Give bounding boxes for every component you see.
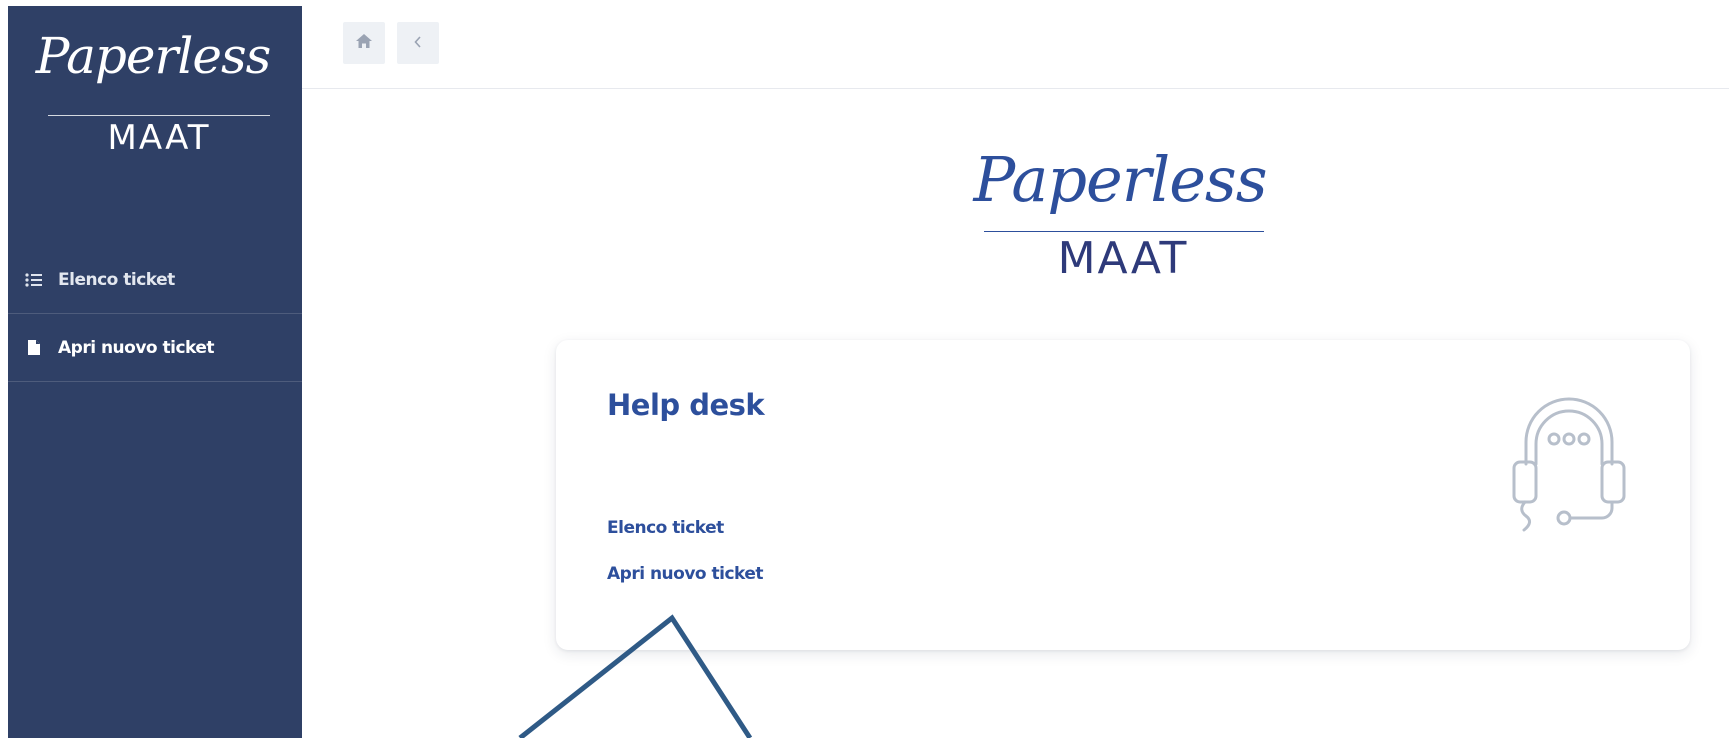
app-root: Paperless MAAT Elenco ticket Apri nuovo … xyxy=(0,0,1729,738)
list-icon xyxy=(24,270,44,290)
main-logo: Paperless MAAT xyxy=(960,140,1280,290)
sidebar: Paperless MAAT Elenco ticket Apri nuovo … xyxy=(8,6,302,738)
sidebar-item-apri-nuovo-ticket[interactable]: Apri nuovo ticket xyxy=(8,314,302,382)
sidebar-logo[interactable]: Paperless MAAT xyxy=(28,26,278,158)
headset-support-icon xyxy=(1504,384,1634,534)
top-bar xyxy=(302,0,1729,89)
chevron-left-icon xyxy=(413,34,423,53)
logo-brand-text: MAAT xyxy=(1057,233,1189,284)
logo-script-text: Paperless xyxy=(35,27,272,85)
apri-nuovo-ticket-link[interactable]: Apri nuovo ticket xyxy=(607,564,764,584)
home-button[interactable] xyxy=(343,22,385,64)
file-icon xyxy=(24,338,44,358)
elenco-ticket-link[interactable]: Elenco ticket xyxy=(607,518,724,538)
logo-script-text: Paperless xyxy=(973,143,1267,216)
logo-divider xyxy=(48,115,270,116)
help-desk-card: Help desk Elenco ticket Apri nuovo ticke… xyxy=(556,340,1690,650)
home-icon xyxy=(355,33,373,53)
sidebar-nav: Elenco ticket Apri nuovo ticket xyxy=(8,246,302,382)
sidebar-item-elenco-ticket[interactable]: Elenco ticket xyxy=(8,246,302,314)
back-button[interactable] xyxy=(397,22,439,64)
logo-brand-text: MAAT xyxy=(107,118,211,158)
card-title: Help desk xyxy=(607,388,765,422)
sidebar-item-label: Apri nuovo ticket xyxy=(58,337,215,358)
sidebar-item-label: Elenco ticket xyxy=(58,269,175,290)
logo-divider xyxy=(984,231,1264,232)
